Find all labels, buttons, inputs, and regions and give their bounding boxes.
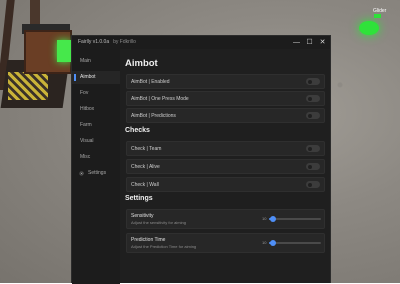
toggle-switch[interactable] (306, 78, 320, 85)
toggle-label: AimBot | One Press Mode (131, 96, 189, 102)
sidebar-item-misc[interactable]: Misc (72, 151, 120, 164)
toggle-switch[interactable] (306, 112, 320, 119)
slider-description: Adjust the Prediction Time for aiming (131, 244, 197, 249)
sidebar-item-label: Fov (80, 90, 89, 96)
section-title-settings: Settings (125, 195, 153, 202)
slider-description: Adjust the sensitivity for aiming (131, 220, 186, 225)
sidebar-item-fov[interactable]: Fov (72, 87, 120, 100)
toggle-label: AimBot | Predictions (131, 113, 176, 119)
sidebar-item-settings[interactable]: Settings (72, 167, 120, 180)
slider-track[interactable] (269, 216, 321, 222)
game-structure (0, 0, 78, 115)
gear-icon (79, 171, 84, 176)
toggle-check-wall[interactable]: Check | Wall (126, 177, 325, 192)
slider-value: 10 (262, 216, 267, 221)
toggle-switch[interactable] (306, 163, 320, 170)
slider-thumb[interactable] (270, 216, 277, 222)
slider-name: Prediction Time (131, 237, 166, 243)
window-subtitle: by Fdkrillo (113, 39, 136, 45)
toggle-check-team[interactable]: Check | Team (126, 141, 325, 156)
slider-name: Sensitivity (131, 213, 154, 219)
maximize-button[interactable]: ☐ (305, 38, 314, 47)
toggle-check-alive[interactable]: Check | Alive (126, 159, 325, 174)
sidebar: Main Aimbot Fov Hitbox Farm Visual Misc … (72, 49, 120, 284)
toggle-switch[interactable] (306, 95, 320, 102)
toggle-aimbot-enabled[interactable]: AimBot | Enabled (126, 74, 325, 89)
sidebar-item-main[interactable]: Main (72, 55, 120, 68)
slider-prediction-time: Prediction Time Adjust the Prediction Ti… (126, 233, 325, 253)
section-title-checks: Checks (125, 127, 150, 134)
main-content: Aimbot AimBot | Enabled AimBot | One Pre… (120, 49, 330, 284)
sidebar-item-label: Misc (80, 154, 91, 160)
slider-value: 10 (262, 240, 267, 245)
sidebar-item-label: Aimbot (80, 74, 96, 80)
sidebar-item-label: Main (80, 58, 91, 64)
window-title: Fairlly v1.0.0a by Fdkrillo (78, 39, 136, 45)
sidebar-item-hitbox[interactable]: Hitbox (72, 103, 120, 116)
toggle-label: Check | Wall (131, 182, 159, 188)
toggle-aimbot-predictions[interactable]: AimBot | Predictions (126, 108, 325, 123)
sidebar-item-label: Visual (80, 138, 94, 144)
sidebar-item-visual[interactable]: Visual (72, 135, 120, 148)
window-title-text: Fairlly v1.0.0a (78, 39, 110, 45)
green-highlight-block (57, 40, 71, 62)
sidebar-item-label: Settings (88, 170, 107, 176)
toggle-aimbot-one-press-mode[interactable]: AimBot | One Press Mode (126, 91, 325, 106)
slider-track[interactable] (269, 240, 321, 246)
green-orb (359, 21, 379, 35)
minimize-button[interactable]: — (292, 38, 301, 47)
sidebar-item-label: Farm (80, 122, 92, 128)
toggle-label: Check | Team (131, 146, 162, 152)
slider-thumb[interactable] (270, 240, 277, 246)
page-title: Aimbot (125, 58, 158, 69)
slider-sensitivity: Sensitivity Adjust the sensitivity for a… (126, 209, 325, 229)
sidebar-item-label: Hitbox (80, 106, 95, 112)
title-bar[interactable]: Fairlly v1.0.0a by Fdkrillo — ☐ ✕ (72, 36, 330, 49)
hazard-stripes (8, 72, 48, 100)
player-marker (374, 14, 381, 18)
script-window: Fairlly v1.0.0a by Fdkrillo — ☐ ✕ Main Ai… (71, 35, 331, 284)
sidebar-item-farm[interactable]: Farm (72, 119, 120, 132)
toggle-label: Check | Alive (131, 164, 160, 170)
sidebar-item-aimbot[interactable]: Aimbot (72, 71, 120, 84)
close-button[interactable]: ✕ (318, 38, 327, 47)
toggle-switch[interactable] (306, 145, 320, 152)
toggle-label: AimBot | Enabled (131, 79, 170, 85)
toggle-switch[interactable] (306, 181, 320, 188)
